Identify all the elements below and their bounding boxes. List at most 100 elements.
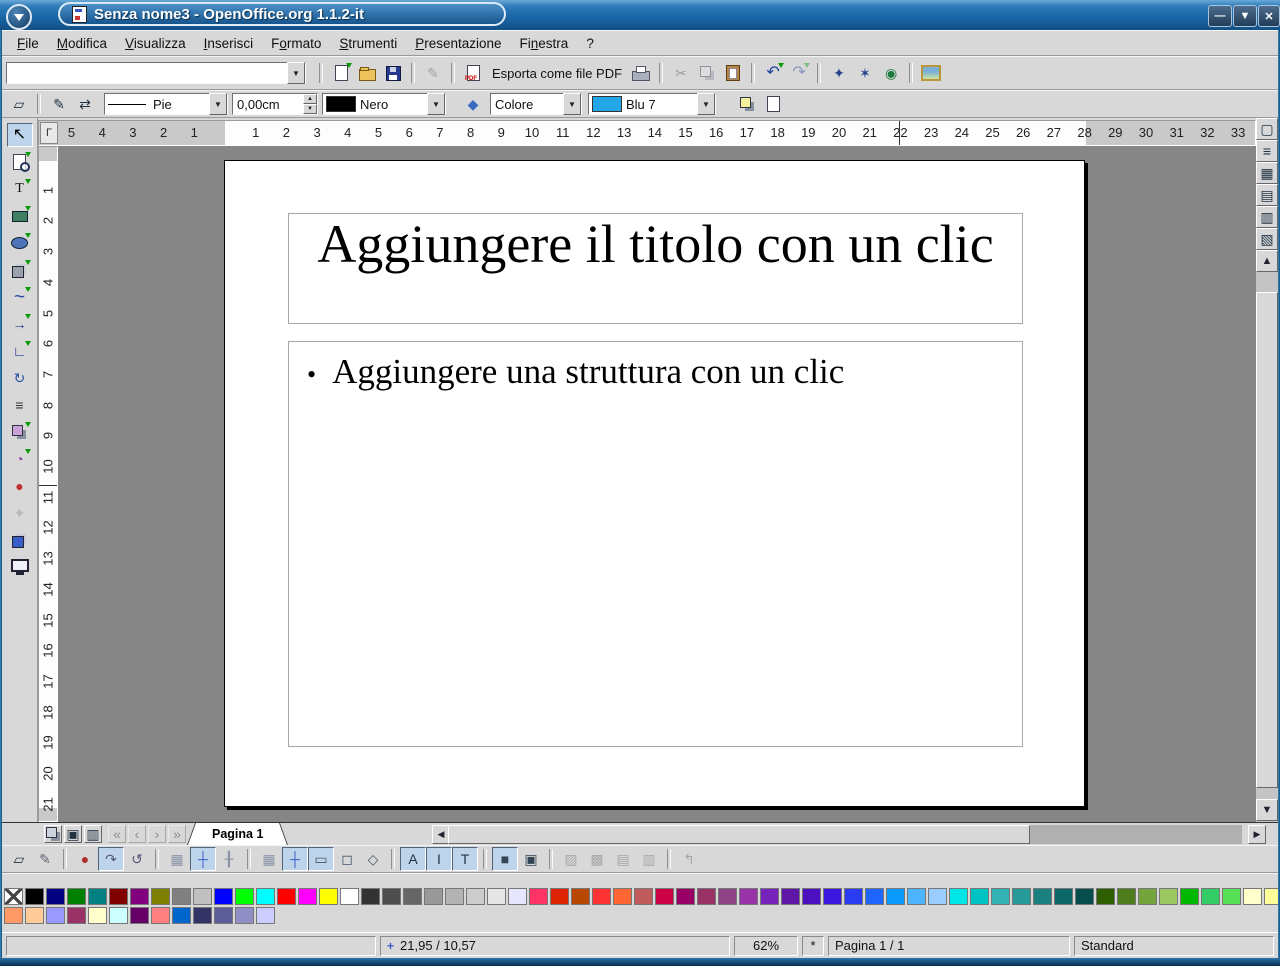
- color-swatch[interactable]: [802, 888, 821, 905]
- color-swatch[interactable]: [508, 888, 527, 905]
- area-fill-icon[interactable]: ◆: [460, 92, 486, 116]
- color-swatch[interactable]: [592, 888, 611, 905]
- edit-points-button[interactable]: ▱: [6, 92, 32, 116]
- select-text-area-button[interactable]: I: [426, 847, 452, 871]
- area-type-select[interactable]: Colore ▼: [490, 93, 582, 115]
- color-swatch[interactable]: [1243, 888, 1262, 905]
- tab-type-selector[interactable]: Γ: [40, 122, 58, 144]
- color-swatch[interactable]: [1012, 888, 1031, 905]
- color-swatch[interactable]: [67, 907, 86, 924]
- chevron-down-icon[interactable]: ▼: [209, 93, 227, 115]
- color-swatch[interactable]: [235, 907, 254, 924]
- color-swatch[interactable]: [340, 888, 359, 905]
- minimize-button[interactable]: —: [1208, 5, 1232, 27]
- color-swatch[interactable]: [46, 888, 65, 905]
- glue-points-button[interactable]: ✎: [46, 92, 72, 116]
- color-swatch[interactable]: [949, 888, 968, 905]
- title-placeholder[interactable]: Aggiungere il titolo con un clic: [288, 213, 1023, 324]
- color-swatch[interactable]: [1075, 888, 1094, 905]
- color-swatch[interactable]: [67, 888, 86, 905]
- color-swatch[interactable]: [256, 907, 275, 924]
- new-document-icon[interactable]: [328, 61, 354, 85]
- presentation-tool[interactable]: [7, 555, 33, 579]
- insert-tool[interactable]: ◔: [7, 447, 33, 471]
- color-swatch[interactable]: [970, 888, 989, 905]
- zoom-icon[interactable]: ✶: [852, 61, 878, 85]
- color-swatch[interactable]: [172, 907, 191, 924]
- 3d-objects-tool[interactable]: [7, 258, 33, 282]
- status-position-cell[interactable]: + 21,95 / 10,57: [380, 936, 730, 956]
- lines-arrows-tool[interactable]: →: [7, 312, 33, 336]
- color-swatch[interactable]: [1096, 888, 1115, 905]
- quick-edit-button[interactable]: A: [400, 847, 426, 871]
- color-swatch[interactable]: [130, 907, 149, 924]
- status-style-cell[interactable]: Standard: [1074, 936, 1274, 956]
- color-swatch[interactable]: [172, 888, 191, 905]
- color-swatch[interactable]: [424, 888, 443, 905]
- color-swatch[interactable]: [697, 888, 716, 905]
- helplines-moving-button[interactable]: ╂: [216, 847, 242, 871]
- zoom-tool[interactable]: [7, 150, 33, 174]
- color-swatch[interactable]: [865, 888, 884, 905]
- object-style-button[interactable]: [760, 92, 786, 116]
- color-swatch[interactable]: [151, 907, 170, 924]
- curve-tool[interactable]: ~: [7, 285, 33, 309]
- outline-view-button[interactable]: ≡: [1256, 140, 1278, 162]
- menu-finestra[interactable]: Finestra: [511, 33, 578, 54]
- color-swatch[interactable]: [1117, 888, 1136, 905]
- menu-formato[interactable]: Formato: [262, 33, 330, 54]
- color-swatch[interactable]: [214, 907, 233, 924]
- ellipse-tool[interactable]: [7, 231, 33, 255]
- shade-button[interactable]: ▼: [1233, 5, 1257, 27]
- color-swatch[interactable]: [4, 907, 23, 924]
- spin-down-icon[interactable]: ▼: [303, 104, 317, 114]
- color-swatch[interactable]: [844, 888, 863, 905]
- color-swatch[interactable]: [298, 888, 317, 905]
- chevron-down-icon[interactable]: ▼: [427, 93, 445, 115]
- scroll-down-button[interactable]: ▼: [1256, 799, 1278, 821]
- color-swatch[interactable]: [991, 888, 1010, 905]
- color-swatch[interactable]: [25, 907, 44, 924]
- color-swatch[interactable]: [1159, 888, 1178, 905]
- master-mode-button[interactable]: ▣: [64, 825, 82, 843]
- color-swatch[interactable]: [1138, 888, 1157, 905]
- 3d-controller-tool[interactable]: [7, 528, 33, 552]
- horizontal-scrollbar-thumb[interactable]: [448, 825, 1030, 844]
- status-zoom-cell[interactable]: 62%: [734, 936, 798, 956]
- color-swatch[interactable]: [88, 907, 107, 924]
- color-swatch[interactable]: [886, 888, 905, 905]
- slides-view-button[interactable]: ▦: [1256, 162, 1278, 184]
- handout-view-button[interactable]: ▥: [1256, 206, 1278, 228]
- start-show-button[interactable]: ▧: [1256, 228, 1278, 250]
- horizontal-ruler[interactable]: Γ543211234567891011121314151617181920212…: [38, 120, 1256, 146]
- color-swatch[interactable]: [529, 888, 548, 905]
- line-width-stepper[interactable]: ▲▼: [303, 94, 317, 114]
- snap-to-margins-button[interactable]: ▭: [308, 847, 334, 871]
- color-swatch[interactable]: [655, 888, 674, 905]
- allow-interaction-button[interactable]: ↷: [98, 847, 124, 871]
- large-handles-button[interactable]: ▣: [518, 847, 544, 871]
- save-document-icon[interactable]: [380, 61, 406, 85]
- color-swatch[interactable]: [235, 888, 254, 905]
- color-swatch[interactable]: [1222, 888, 1241, 905]
- chevron-down-icon[interactable]: ▼: [563, 93, 581, 115]
- open-document-icon[interactable]: [354, 61, 380, 85]
- color-swatch[interactable]: [739, 888, 758, 905]
- simple-handles-button[interactable]: ■: [492, 847, 518, 871]
- color-swatch[interactable]: [487, 888, 506, 905]
- alignment-tool[interactable]: ≡: [7, 393, 33, 417]
- color-swatch[interactable]: [676, 888, 695, 905]
- dblclick-edit-text-button[interactable]: T: [452, 847, 478, 871]
- menu-inserisci[interactable]: Inserisci: [195, 33, 263, 54]
- show-grid-button[interactable]: ▦: [164, 847, 190, 871]
- menu-modifica[interactable]: Modifica: [48, 33, 116, 54]
- color-swatch[interactable]: [46, 907, 65, 924]
- gallery-icon[interactable]: [918, 61, 944, 85]
- color-swatch[interactable]: [781, 888, 800, 905]
- color-swatch[interactable]: [193, 888, 212, 905]
- color-swatch[interactable]: [823, 888, 842, 905]
- glue-points-mode-button[interactable]: ✎: [32, 847, 58, 871]
- color-swatch[interactable]: [928, 888, 947, 905]
- menu-presentazione[interactable]: Presentazione: [406, 33, 510, 54]
- rectangle-tool[interactable]: [7, 204, 33, 228]
